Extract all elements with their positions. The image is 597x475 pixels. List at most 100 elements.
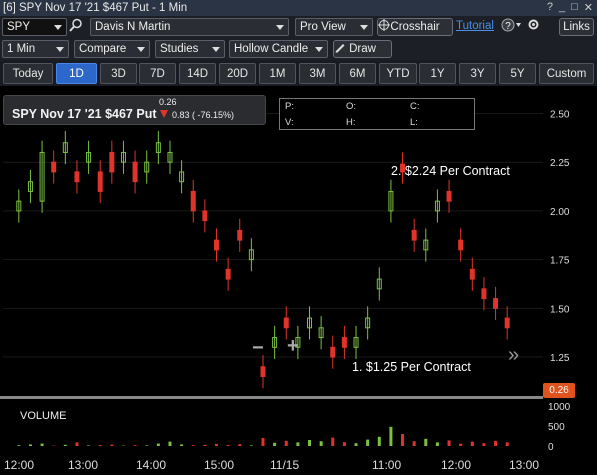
- volume-bar: [75, 442, 79, 446]
- range-7d[interactable]: 7D: [139, 63, 176, 84]
- maximize-window-button[interactable]: □: [571, 1, 578, 14]
- volume-bar: [482, 443, 486, 446]
- scroll-right-icon[interactable]: »: [508, 344, 519, 367]
- links-label: Links: [563, 21, 590, 33]
- ohlc-o-label: O:: [346, 101, 357, 112]
- range-1d[interactable]: 1D: [56, 63, 97, 84]
- volume-bar: [226, 445, 230, 446]
- draw-button[interactable]: Draw: [333, 40, 392, 58]
- volume-bar: [447, 440, 451, 446]
- crosshair-icon: [378, 19, 390, 31]
- volume-bar: [377, 436, 381, 446]
- candle: [109, 151, 115, 173]
- ohlc-v-label: V:: [285, 117, 294, 128]
- volume-bar: [284, 440, 288, 446]
- zoom-in-icon[interactable]: +: [287, 335, 299, 358]
- account-text: Davis N Martin: [95, 21, 171, 33]
- range-3y[interactable]: 3Y: [459, 63, 496, 84]
- range-5y[interactable]: 5Y: [499, 63, 536, 84]
- compare-select[interactable]: Compare: [74, 40, 150, 58]
- ohlc-p-label: P:: [285, 101, 294, 112]
- price-chart[interactable]: 2.50 2.25 2.00 1.75 1.50 1.25 1000 500 0 12:00 13:…: [0, 86, 597, 475]
- volume-bar: [424, 438, 428, 446]
- candle: [51, 161, 57, 173]
- crosshair-label: Crosshair: [390, 21, 440, 33]
- candle: [330, 346, 336, 358]
- svg-text:?: ?: [505, 21, 511, 32]
- volume-bar: [40, 443, 44, 446]
- candle: [213, 239, 219, 251]
- ohlc-readout: P: O: C: V: H: L:: [279, 98, 475, 130]
- view-select[interactable]: Pro View: [295, 18, 373, 36]
- annotation-2: 2. $2.24 Per Contract: [391, 164, 510, 178]
- volume-bar: [145, 445, 149, 446]
- range-3m[interactable]: 3M: [299, 63, 336, 84]
- time-tick-label: 12:00: [441, 458, 471, 472]
- tutorial-link[interactable]: Tutorial: [456, 20, 494, 32]
- top-toolbar: SPY Davis N Martin Pro View Crosshair Tu…: [0, 16, 597, 38]
- pencil-icon: [335, 44, 345, 53]
- time-tick-label: 13:00: [509, 458, 539, 472]
- range-3d[interactable]: 3D: [100, 63, 137, 84]
- time-tick-label: 15:00: [204, 458, 234, 472]
- range-today[interactable]: Today: [3, 63, 53, 84]
- volume-bar: [435, 442, 439, 446]
- chart-style-select[interactable]: Hollow Candle: [229, 40, 328, 58]
- symbol-info-box: SPY Nov 17 '21 $467 Put 0.26 0.83 ( -76.…: [3, 95, 266, 125]
- links-button[interactable]: Links: [559, 18, 594, 36]
- candle: [237, 229, 243, 241]
- price-change: 0.83 ( -76.15%): [172, 110, 235, 120]
- range-20d[interactable]: 20D: [219, 63, 256, 84]
- volume-bar: [296, 442, 300, 446]
- volume-tick-label: 500: [548, 422, 565, 433]
- help-window-button[interactable]: ?: [547, 1, 553, 14]
- range-ytd[interactable]: YTD: [379, 63, 417, 84]
- last-price-tag: 0.26: [543, 383, 575, 398]
- candle: [341, 337, 347, 348]
- settings-icon[interactable]: [527, 18, 540, 36]
- account-select[interactable]: Davis N Martin: [90, 18, 289, 36]
- candle: [504, 317, 510, 329]
- crosshair-button[interactable]: Crosshair: [377, 18, 453, 36]
- time-tick-label: 14:00: [136, 458, 166, 472]
- chevron-down-icon: [276, 25, 284, 30]
- volume-bar: [261, 438, 265, 446]
- volume-bar: [505, 442, 509, 446]
- studies-text: Studies: [160, 43, 199, 55]
- price-tick-label: 2.50: [550, 109, 570, 120]
- chevron-down-icon: [315, 47, 323, 52]
- time-tick-label: 12:00: [4, 458, 34, 472]
- pane-divider: [0, 396, 543, 399]
- zoom-out-icon[interactable]: −: [252, 337, 264, 360]
- volume-bar: [156, 443, 160, 446]
- chart-area[interactable]: 2.50 2.25 2.00 1.75 1.50 1.25 1000 500 0 12:00 13:…: [0, 86, 597, 475]
- volume-bar: [98, 445, 102, 446]
- volume-bar: [191, 445, 195, 446]
- range-1y[interactable]: 1Y: [419, 63, 456, 84]
- minimize-window-button[interactable]: _: [559, 1, 565, 14]
- interval-select[interactable]: 1 Min: [2, 40, 69, 58]
- volume-bar: [214, 444, 218, 446]
- window-controls: ? _ □ ✕: [547, 1, 593, 14]
- chevron-down-icon: [360, 25, 368, 30]
- range-custom[interactable]: Custom: [539, 63, 594, 84]
- volume-bar: [168, 441, 172, 446]
- volume-bar: [17, 445, 21, 446]
- range-1m[interactable]: 1M: [259, 63, 296, 84]
- close-window-button[interactable]: ✕: [584, 1, 593, 14]
- candle: [283, 317, 289, 329]
- search-icon[interactable]: [69, 18, 88, 36]
- price-tick-label: 1.75: [550, 256, 570, 267]
- symbol-input[interactable]: SPY: [2, 18, 67, 36]
- help-button[interactable]: ?: [500, 18, 524, 36]
- view-text: Pro View: [300, 21, 346, 33]
- volume-bar: [203, 444, 207, 446]
- studies-select[interactable]: Studies: [155, 40, 225, 58]
- volume-bar: [110, 444, 114, 446]
- range-6m[interactable]: 6M: [339, 63, 376, 84]
- chevron-down-icon: [56, 47, 64, 52]
- ohlc-l-label: L:: [410, 117, 418, 128]
- range-14d[interactable]: 14D: [179, 63, 216, 84]
- volume-bar: [366, 439, 370, 446]
- volume-tick-label: 0: [548, 442, 554, 453]
